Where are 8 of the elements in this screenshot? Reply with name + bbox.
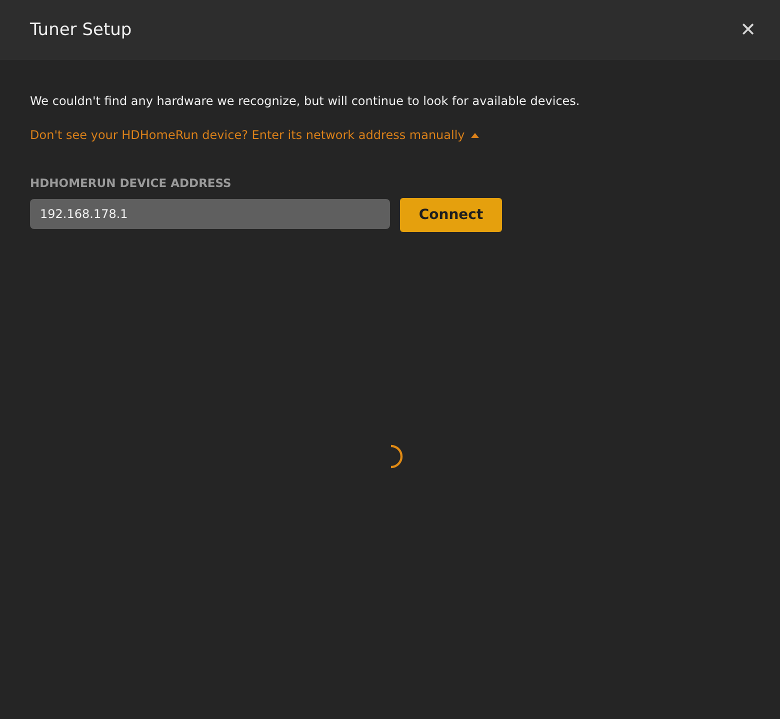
window-title: Tuner Setup [30, 20, 132, 40]
field-label: HDHOMERUN DEVICE ADDRESS [30, 176, 232, 190]
status-message: We couldn't find any hardware we recognize, but will continue to look for available devices. [30, 94, 581, 108]
close-button[interactable]: ✕ [736, 19, 760, 41]
address-field[interactable]: 192.168.178.1 [30, 199, 390, 229]
connect-button[interactable]: Connect [400, 198, 502, 232]
loading-spinner-icon [389, 444, 405, 470]
manual-address-link[interactable]: Don't see your HDHomeRun device? Enter its network address manually [30, 128, 465, 142]
